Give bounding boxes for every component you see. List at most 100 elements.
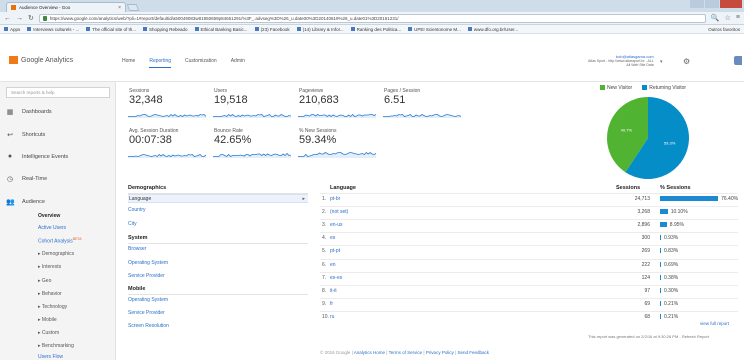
row-number: 6. (322, 261, 327, 268)
sidebar-item-benchmarking[interactable]: ▸ Benchmarking (38, 343, 74, 349)
sidebar-item-active-users[interactable]: Active Users (38, 225, 66, 231)
metric-card[interactable]: % New Sessions 59.34% (298, 122, 382, 162)
forward-icon[interactable]: → (16, 15, 23, 22)
url-input[interactable]: https://www.google.com/analytics/web/?pl… (38, 13, 706, 23)
sidebar-section-intelligence[interactable]: ● Intelligence Events (6, 153, 68, 160)
view-full-report-link[interactable]: view full report (700, 321, 729, 326)
table-row: 2. (not set) 3,268 10.10% (320, 206, 738, 216)
sidebar-item-mobile[interactable]: ▸ Mobile (38, 317, 57, 323)
account-selector[interactable]: bob@atlasgama.com Atlas Sport - http://w… (588, 54, 654, 67)
sidebar-section-label: Shortcuts (22, 132, 46, 138)
metric-card[interactable]: Bounce Rate 42.65% (213, 122, 297, 162)
bookmark-item[interactable]: Interviews culturels - ... (27, 27, 79, 32)
maximize-button[interactable] (705, 0, 719, 8)
sidebar-item-overview[interactable]: Overview (38, 213, 60, 219)
sidebar-item-cohort[interactable]: Cohort AnalysisBETA (38, 237, 82, 245)
language-link[interactable]: es-es (330, 275, 342, 281)
language-link[interactable]: en-us (330, 222, 343, 228)
bookmark-item[interactable]: UPEI Scientonome M... (408, 27, 461, 32)
footer-link-feedback[interactable]: Send Feedback (458, 350, 490, 355)
sidebar-item-demographics[interactable]: ▸ Demographics (38, 251, 74, 257)
other-bookmarks[interactable]: Outros favoritos (708, 27, 740, 32)
bookmark-item[interactable]: Apps (4, 27, 20, 32)
sidebar-section-dashboards[interactable]: ▦ Dashboards (6, 108, 52, 116)
language-link[interactable]: it-it (330, 288, 337, 294)
gear-icon[interactable]: ⚙ (683, 57, 690, 66)
sidebar-item-label: Technology (41, 304, 68, 310)
nav-customization[interactable]: Customization (185, 58, 217, 68)
language-link[interactable]: fr (330, 301, 333, 307)
report-generated-text: This report was generated on 2/2/16 at 9… (588, 334, 709, 339)
zoom-icon[interactable]: 🔍 (711, 14, 720, 22)
metric-value: 59.34% (299, 134, 337, 146)
nav-home[interactable]: Home (122, 58, 135, 68)
metric-value: 19,518 (214, 94, 248, 106)
language-link[interactable]: es (330, 235, 335, 241)
avatar[interactable] (734, 56, 742, 65)
language-link[interactable]: ru (330, 314, 334, 320)
new-tab-button[interactable] (126, 4, 140, 11)
bookmark-icon (467, 27, 472, 31)
footer-link-terms[interactable]: Terms of Service (389, 350, 423, 355)
bookmark-item[interactable]: (14) Library & Infor... (296, 27, 344, 32)
reload-icon[interactable]: ↻ (28, 14, 34, 22)
col-sessions: Sessions (616, 185, 641, 191)
legend-swatch (600, 85, 605, 91)
bookmark-item[interactable]: Shopping Rebeado (142, 27, 188, 32)
metric-card[interactable]: Users 19,518 (213, 82, 297, 122)
sidebar-item-geo[interactable]: ▸ Geo (38, 278, 51, 284)
bookmark-item[interactable]: Ethical Banking Basic... (194, 27, 248, 32)
back-icon[interactable]: ← (4, 15, 11, 22)
language-link[interactable]: pt-pt (330, 248, 340, 254)
table-row: 6. en 222 0.69% (320, 258, 738, 269)
sidebar-item-technology[interactable]: ▸ Technology (38, 304, 67, 310)
sessions-pct: 8.95% (669, 222, 684, 229)
footer-link-privacy[interactable]: Privacy Policy (426, 350, 454, 355)
demographics-country[interactable]: Country (128, 207, 146, 213)
nav-admin[interactable]: Admin (231, 58, 245, 68)
demographics-language-selected[interactable]: Language ▸ (128, 194, 308, 203)
search-input[interactable]: Search reports & help (6, 87, 110, 98)
bookmark-item[interactable]: Ranking des Politica... (350, 27, 401, 32)
nav-reporting[interactable]: Reporting (149, 58, 172, 68)
sidebar-section-audience[interactable]: 👥 Audience (6, 198, 45, 206)
mobile-provider[interactable]: Service Provider (128, 310, 165, 316)
system-os[interactable]: Operating System (128, 260, 168, 266)
metric-card[interactable]: Sessions 32,348 (128, 82, 212, 122)
chevron-down-icon[interactable]: ▾ (660, 59, 663, 65)
bookmark-item[interactable]: The official site of th... (86, 27, 136, 32)
demographics-city[interactable]: City (128, 221, 137, 227)
sidebar-item-users-flow[interactable]: Users Flow (38, 354, 63, 360)
browser-tab[interactable]: Audience Overview - Goo × (6, 2, 126, 12)
sidebar-section-shortcuts[interactable]: ↩ Shortcuts (6, 131, 45, 139)
bookmark-item[interactable]: www.dfo.org.br/User... (467, 26, 519, 32)
footer-link-home[interactable]: Analytics Home (354, 350, 385, 355)
minimize-button[interactable] (690, 0, 704, 8)
sidebar-item-interests[interactable]: ▸ Interests (38, 264, 61, 270)
sidebar-section-realtime[interactable]: ◷ Real-Time (6, 175, 47, 183)
sessions-bar (660, 196, 719, 201)
menu-icon[interactable]: ≡ (736, 14, 740, 22)
metric-value: 42.65% (214, 134, 252, 146)
close-tab-icon[interactable]: × (118, 5, 121, 11)
sidebar-item-behavior[interactable]: ▸ Behavior (38, 291, 62, 297)
lightbulb-icon: ● (7, 153, 13, 160)
metric-card[interactable]: Pageviews 210,683 (298, 82, 382, 122)
language-link[interactable]: (not set) (330, 209, 348, 215)
star-icon[interactable]: ☆ (725, 14, 731, 22)
language-link[interactable]: en (330, 262, 336, 268)
close-window-button[interactable] (720, 0, 742, 8)
metric-card[interactable]: Pages / Session 6.51 (383, 82, 467, 122)
mobile-os[interactable]: Operating System (128, 297, 168, 303)
bookmark-label: www.dfo.org.br/User... (473, 26, 519, 32)
language-link[interactable]: pt-br (330, 196, 340, 202)
grid-icon: ▦ (6, 109, 14, 116)
sidebar-item-custom[interactable]: ▸ Custom (38, 330, 59, 336)
mobile-resolution[interactable]: Screen Resolution (128, 323, 169, 329)
metric-card[interactable]: Avg. Session Duration 00:07:38 (128, 122, 212, 162)
system-browser[interactable]: Browser (128, 246, 146, 252)
bookmark-item[interactable]: (23) Facebook (254, 27, 290, 32)
ga-logo[interactable]: Google Analytics (9, 56, 73, 64)
system-provider[interactable]: Service Provider (128, 273, 165, 279)
sessions-value: 124 (641, 274, 650, 281)
